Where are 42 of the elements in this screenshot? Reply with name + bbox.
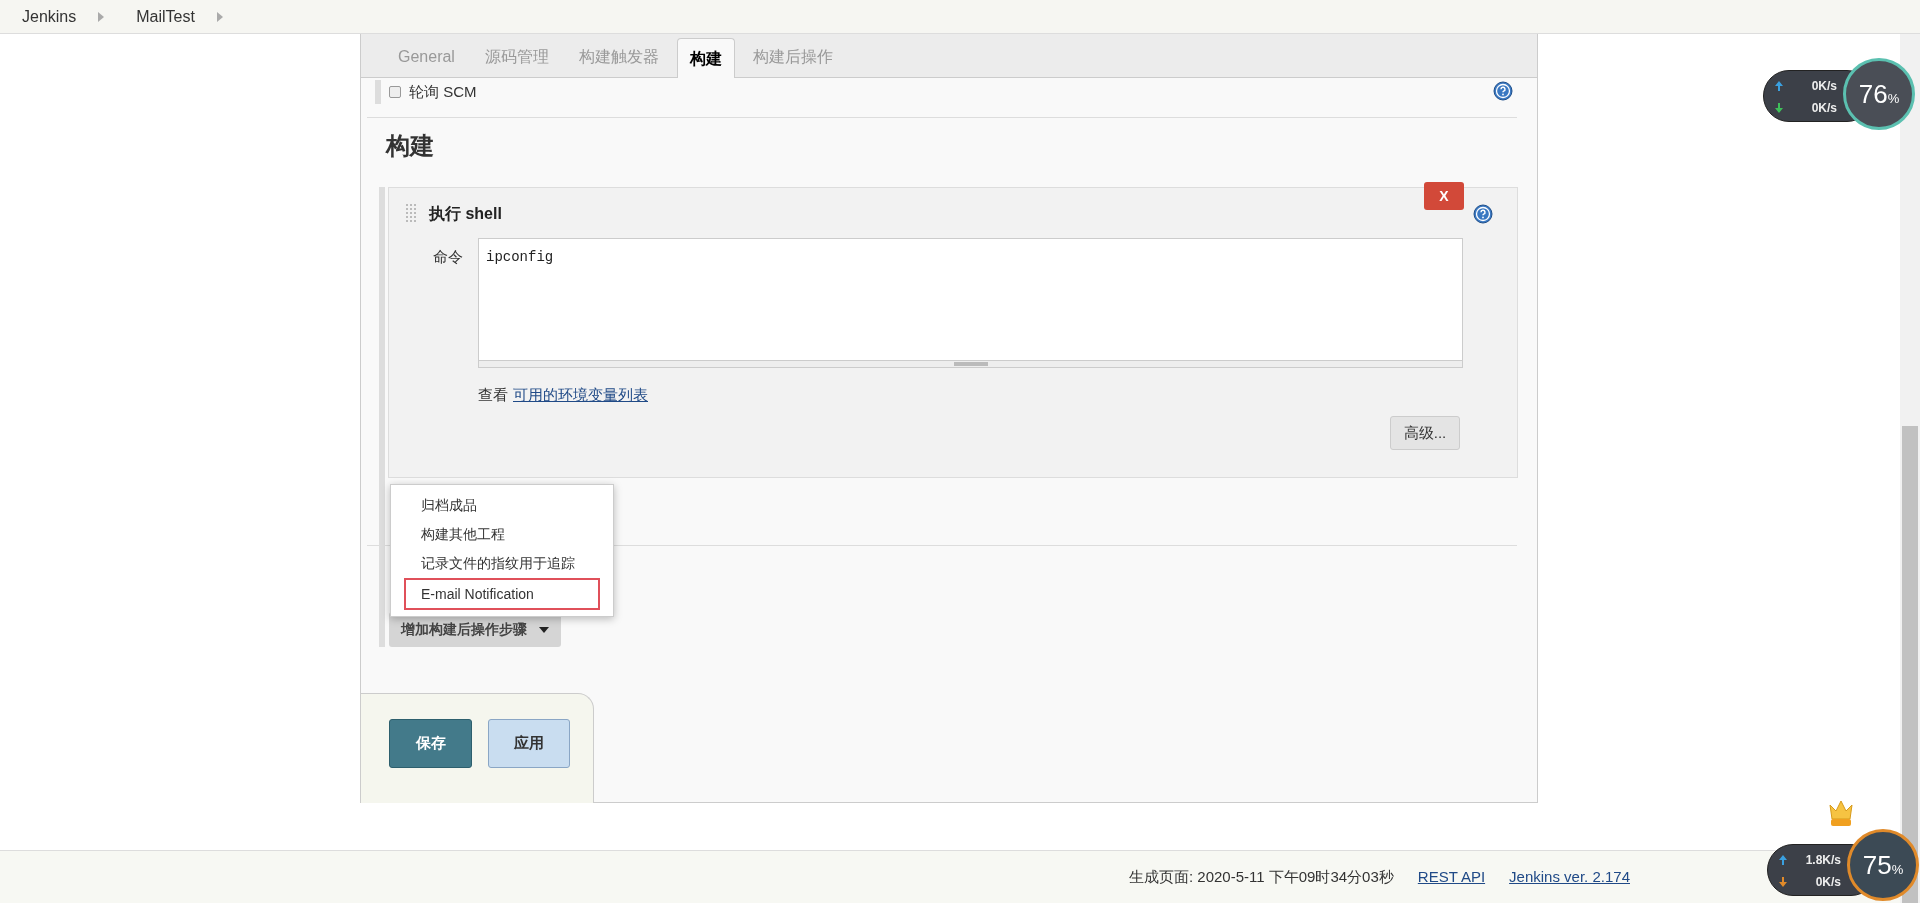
menu-item[interactable]: 构建其他工程 xyxy=(404,520,600,549)
menu-item[interactable]: 归档成品 xyxy=(404,491,600,520)
arrow-down-icon xyxy=(1775,103,1783,113)
footer-link[interactable]: Jenkins ver. 2.174 xyxy=(1509,865,1630,889)
generated-time: 生成页面: 2020-5-11 下午09时34分03秒 xyxy=(1128,866,1394,887)
field-label: 命令 xyxy=(433,247,463,267)
arrow-down-icon xyxy=(1779,877,1787,887)
breadcrumb-link[interactable]: Jenkins xyxy=(22,4,77,29)
network-speed-widget[interactable]: 0K/s 0K/s 76% xyxy=(1763,55,1915,135)
caret-icon[interactable] xyxy=(216,11,223,22)
section-heading: 构建 xyxy=(386,131,434,161)
caret-icon[interactable] xyxy=(98,11,105,22)
crown-icon xyxy=(1828,799,1854,827)
arrow-up-icon xyxy=(1775,81,1783,91)
speed-value: 0K/s xyxy=(1810,100,1837,117)
checkbox[interactable] xyxy=(389,86,401,98)
usage-percent: 75% xyxy=(1862,848,1904,882)
footer-link[interactable]: REST API xyxy=(1417,865,1486,889)
apply-button[interactable]: 应用 xyxy=(488,719,570,768)
command-textarea[interactable]: ipconfig xyxy=(478,238,1463,368)
speed-value: 1.8K/s xyxy=(1804,852,1841,869)
tab[interactable]: 构建 xyxy=(676,38,735,78)
env-vars-link[interactable]: 可用的环境变量列表 xyxy=(513,384,648,407)
menu-item[interactable]: E-mail Notification xyxy=(404,578,600,610)
arrow-up-icon xyxy=(1779,855,1787,865)
breadcrumb-link[interactable]: MailTest xyxy=(136,4,195,29)
delete-button[interactable]: X xyxy=(1424,182,1464,210)
drag-handle-icon[interactable] xyxy=(406,204,418,222)
caret-icon xyxy=(539,626,549,633)
help-icon[interactable] xyxy=(1473,204,1493,224)
speed-value: 0K/s xyxy=(1814,874,1841,891)
step-title: 执行 shell xyxy=(429,204,502,224)
network-speed-widget[interactable]: 1.8K/s 0K/s 75% xyxy=(1767,799,1919,903)
usage-percent: 76% xyxy=(1858,77,1900,111)
advanced-button[interactable]: 高级... xyxy=(1390,416,1460,450)
save-button[interactable]: 保存 xyxy=(389,719,472,768)
help-text: 查看 xyxy=(478,385,508,405)
menu-item[interactable]: 记录文件的指纹用于追踪 xyxy=(404,549,600,578)
checkbox-label: 轮询 SCM xyxy=(409,81,477,102)
help-icon[interactable] xyxy=(1493,81,1513,101)
speed-value: 0K/s xyxy=(1810,78,1837,95)
command-text: ipconfig xyxy=(486,248,554,267)
